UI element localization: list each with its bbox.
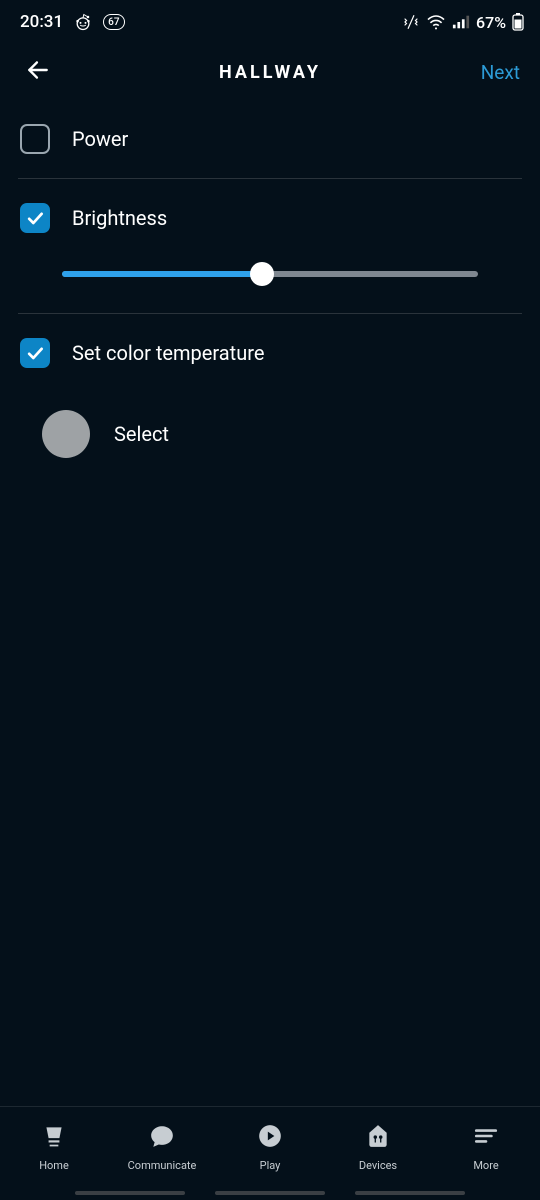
reddit-icon xyxy=(73,12,93,32)
status-time: 20:31 xyxy=(20,12,63,32)
menu-icon xyxy=(473,1123,499,1153)
brightness-row[interactable]: Brightness xyxy=(18,179,522,257)
slider-thumb[interactable] xyxy=(250,262,274,286)
next-button[interactable]: Next xyxy=(481,61,520,84)
wifi-icon xyxy=(426,14,446,30)
brightness-checkbox[interactable] xyxy=(20,203,50,233)
nav-play-label: Play xyxy=(260,1159,281,1172)
brightness-slider[interactable] xyxy=(62,263,478,285)
power-row[interactable]: Power xyxy=(18,100,522,178)
check-icon xyxy=(25,343,45,363)
gesture-bar xyxy=(0,1188,540,1200)
nav-home[interactable]: Home xyxy=(0,1107,108,1188)
settings-list: Power Brightness xyxy=(0,100,540,1106)
home-icon xyxy=(41,1123,67,1153)
vibrate-icon xyxy=(402,13,420,31)
nav-play[interactable]: Play xyxy=(216,1107,324,1188)
status-bar: 20:31 67 67% xyxy=(0,0,540,44)
slider-fill xyxy=(62,271,262,277)
bottom-navigation: Home Communicate Play Devices More xyxy=(0,1106,540,1188)
play-icon xyxy=(257,1123,283,1153)
power-label: Power xyxy=(72,127,128,151)
nav-more[interactable]: More xyxy=(432,1107,540,1188)
nav-more-label: More xyxy=(473,1159,498,1172)
color-temperature-row[interactable]: Set color temperature xyxy=(18,314,522,392)
color-temperature-label: Set color temperature xyxy=(72,341,264,365)
nav-communicate[interactable]: Communicate xyxy=(108,1107,216,1188)
color-select-row[interactable]: Select xyxy=(18,392,522,458)
battery-percentage: 67% xyxy=(476,13,506,32)
page-header: HALLWAY Next xyxy=(0,44,540,100)
notification-count-badge: 67 xyxy=(103,14,124,30)
nav-home-label: Home xyxy=(39,1159,69,1172)
color-temperature-checkbox[interactable] xyxy=(20,338,50,368)
brightness-label: Brightness xyxy=(72,206,167,230)
chat-bubble-icon xyxy=(149,1123,175,1153)
nav-devices[interactable]: Devices xyxy=(324,1107,432,1188)
power-checkbox[interactable] xyxy=(20,124,50,154)
devices-icon xyxy=(365,1123,391,1153)
battery-icon xyxy=(512,13,524,31)
color-select-label: Select xyxy=(114,422,169,446)
signal-icon xyxy=(452,14,470,30)
arrow-left-icon xyxy=(25,57,51,87)
nav-communicate-label: Communicate xyxy=(128,1159,197,1172)
page-title: HALLWAY xyxy=(0,62,540,83)
check-icon xyxy=(25,208,45,228)
nav-devices-label: Devices xyxy=(359,1159,397,1172)
color-swatch[interactable] xyxy=(42,410,90,458)
back-button[interactable] xyxy=(20,54,56,90)
